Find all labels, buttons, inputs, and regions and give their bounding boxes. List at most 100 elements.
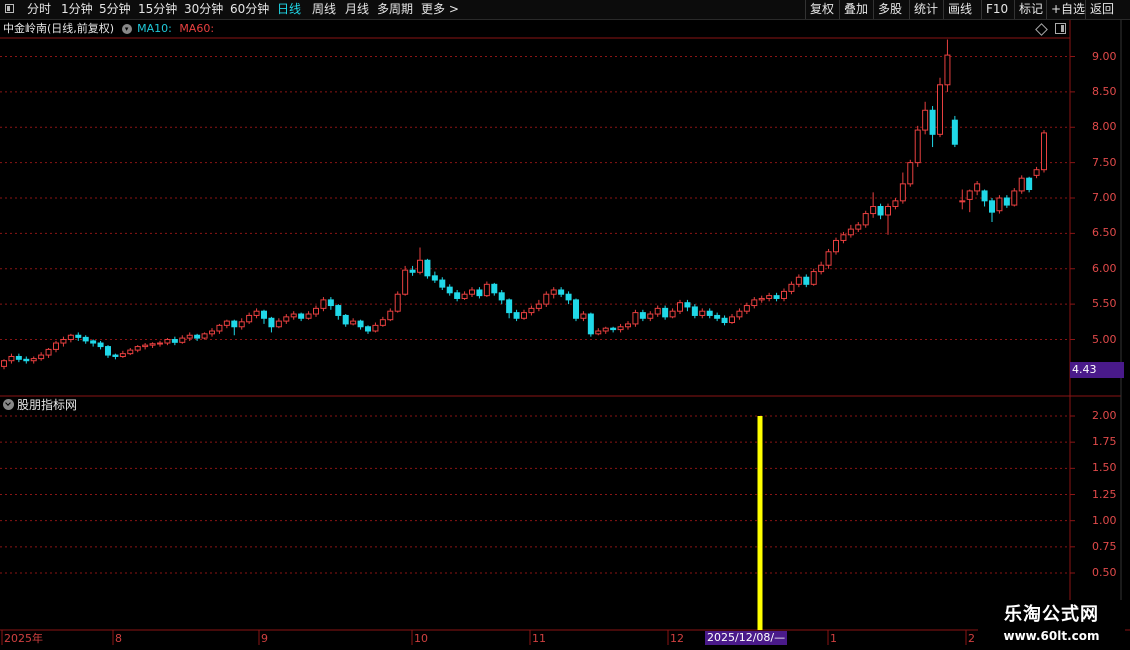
candle-body: [231, 320, 238, 328]
candle-body: [439, 279, 446, 288]
candle-body: [647, 313, 654, 319]
candle-body: [476, 289, 483, 297]
candle-body: [246, 314, 253, 323]
price-tick-label: 5.50: [1092, 297, 1117, 311]
candle-body: [587, 313, 594, 335]
candle-body: [75, 334, 82, 338]
candle-body: [394, 293, 401, 312]
indicator-tick-label: 1.00: [1092, 513, 1117, 527]
candle-body: [261, 310, 267, 319]
time-tick-label: 2025年: [4, 632, 43, 645]
candle-body: [142, 344, 149, 348]
candle-body: [290, 313, 297, 318]
candle-body: [610, 327, 617, 331]
candle-body: [119, 353, 126, 357]
candle-body: [1026, 177, 1033, 191]
candle-body: [602, 327, 609, 332]
candle-body: [729, 316, 735, 324]
candle-body: [751, 299, 758, 307]
chevron-down-icon[interactable]: [3, 399, 14, 410]
candle-body: [30, 358, 37, 362]
candle-body: [885, 205, 891, 216]
candle-body: [342, 314, 349, 325]
time-tick-label: 10: [414, 632, 428, 645]
price-tick-label: 5.00: [1092, 332, 1117, 346]
candle-body: [105, 346, 111, 356]
candle-body: [951, 119, 958, 145]
candle-body: [350, 320, 357, 325]
candle-body: [491, 283, 498, 294]
candle-body: [253, 310, 260, 316]
candle-body: [313, 307, 319, 315]
candle-body: [981, 190, 988, 202]
candle-body: [461, 293, 468, 299]
candle-body: [1003, 197, 1010, 206]
candle-body: [446, 286, 453, 294]
candle-body: [944, 54, 951, 86]
indicator-tick-label: 1.75: [1092, 435, 1117, 449]
candle-body: [469, 289, 475, 295]
candle-body: [974, 183, 981, 192]
candle-body: [550, 289, 557, 295]
time-tick-label: 1: [830, 632, 837, 645]
candle-body: [298, 313, 305, 319]
candle-body: [186, 334, 193, 339]
candle-body: [847, 228, 854, 236]
candle-body: [625, 323, 631, 328]
watermark-logo: 乐淘公式网 www.60lt.com: [978, 600, 1125, 650]
candle-body: [402, 269, 409, 295]
candle-body: [201, 333, 208, 339]
candle-body: [721, 317, 728, 324]
candle-body: [409, 269, 416, 273]
candle-body: [766, 295, 773, 299]
candle-body: [38, 354, 45, 360]
price-tick-label: 6.00: [1092, 261, 1117, 275]
candle-body: [305, 313, 312, 319]
indicator-title: 股朋指标网: [17, 398, 78, 412]
candle-body: [431, 275, 438, 281]
candle-body: [53, 342, 59, 350]
candle-body: [736, 310, 743, 318]
candle-body: [654, 307, 661, 315]
time-tick-label: 8: [115, 632, 122, 645]
candle-body: [320, 299, 327, 309]
candle-body: [803, 276, 810, 285]
candle-body: [959, 200, 966, 203]
candle-body: [558, 289, 565, 295]
candle-body: [454, 292, 461, 299]
candle-body: [521, 312, 527, 319]
candle-body: [327, 299, 334, 307]
candle-body: [379, 319, 386, 326]
candle-body: [573, 299, 579, 319]
date-cursor-label: 2025/12/08/—: [705, 631, 788, 645]
candle-body: [862, 213, 869, 226]
candle-body: [149, 343, 156, 346]
candle-body: [23, 358, 30, 362]
candle-body: [699, 310, 706, 316]
kline-chart[interactable]: [0, 0, 1130, 650]
price-tick-label: 8.50: [1092, 84, 1117, 98]
time-tick-label: 12: [670, 632, 684, 645]
candle-body: [580, 313, 587, 319]
indicator-signal-bar: [757, 416, 763, 630]
candle-body: [922, 109, 929, 131]
candle-body: [216, 324, 223, 332]
candle-body: [1033, 169, 1040, 176]
candle-body: [677, 302, 683, 312]
candle-body: [171, 339, 178, 343]
candle-body: [818, 264, 825, 273]
candle-body: [907, 162, 914, 185]
candle-body: [238, 321, 245, 328]
candle-body: [1018, 177, 1025, 192]
candle-body: [810, 271, 817, 285]
candle-body: [632, 312, 639, 325]
candle-body: [67, 334, 74, 341]
candle-body: [840, 234, 847, 241]
candle-body: [357, 320, 364, 328]
candle-body: [773, 295, 780, 299]
candle-body: [966, 190, 973, 200]
candle-body: [1041, 132, 1047, 171]
candle-body: [60, 339, 67, 344]
candle-body: [179, 337, 186, 343]
indicator-tick-label: 2.00: [1092, 409, 1117, 422]
